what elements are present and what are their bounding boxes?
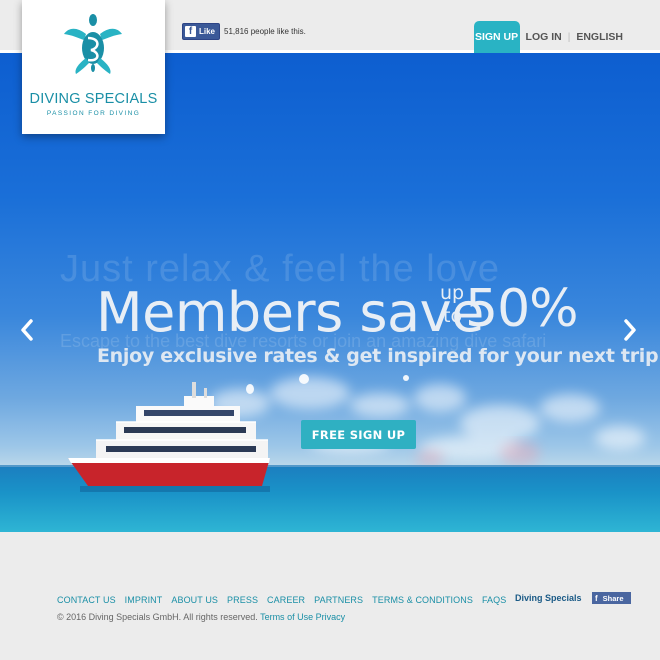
- facebook-icon: f: [185, 26, 196, 37]
- privacy-link[interactable]: Privacy: [316, 612, 346, 622]
- slider-next-button[interactable]: [622, 315, 638, 345]
- footer-link-contact[interactable]: CONTACT US: [57, 595, 116, 605]
- terms-of-use-link[interactable]: Terms of Use: [260, 612, 313, 622]
- chevron-left-icon: [21, 319, 33, 341]
- facebook-like-label: Like: [199, 27, 216, 36]
- footer-link-terms[interactable]: TERMS & CONDITIONS: [372, 595, 473, 605]
- footer-links: CONTACT US IMPRINT ABOUT US PRESS CAREER…: [57, 595, 515, 605]
- facebook-share-button[interactable]: f Share: [592, 592, 631, 604]
- slider-prev-button[interactable]: [19, 315, 35, 345]
- hero-up-to: up to: [440, 282, 464, 328]
- brand-tagline: PASSION FOR DIVING: [46, 110, 141, 117]
- brand-name: DIVING SPECIALS: [29, 91, 158, 107]
- top-nav: SIGN UP LOG IN | ENGLISH: [473, 21, 660, 53]
- hero-subline: Enjoy exclusive rates & get inspired for…: [97, 345, 659, 367]
- copyright: © 2016 Diving Specials GmbH. All rights …: [57, 612, 345, 622]
- copyright-text: © 2016 Diving Specials GmbH. All rights …: [57, 612, 258, 622]
- hero-to: to: [443, 305, 463, 327]
- boat-illustration: [68, 382, 270, 492]
- login-link[interactable]: LOG IN: [526, 21, 562, 53]
- hero-percent: 50%: [465, 279, 579, 339]
- footer-link-faqs[interactable]: FAQS: [482, 595, 506, 605]
- signup-button[interactable]: SIGN UP: [473, 21, 520, 53]
- facebook-share-label: Share: [602, 593, 624, 603]
- footer-link-career[interactable]: CAREER: [267, 595, 305, 605]
- facebook-like-widget: f Like 51,816 people like this.: [182, 23, 306, 40]
- footer-brand-link[interactable]: Diving Specials: [515, 593, 582, 603]
- language-selector[interactable]: ENGLISH: [576, 21, 623, 53]
- nav-separator: |: [567, 31, 571, 43]
- footer-link-about[interactable]: ABOUT US: [171, 595, 218, 605]
- turtle-icon: [64, 14, 122, 74]
- footer-link-partners[interactable]: PARTNERS: [314, 595, 363, 605]
- facebook-like-button[interactable]: f Like: [182, 23, 221, 40]
- free-signup-button[interactable]: FREE SIGN UP: [301, 420, 416, 449]
- facebook-icon: f: [595, 593, 598, 603]
- chevron-right-icon: [624, 319, 636, 341]
- hero-headline: Members save: [96, 281, 484, 344]
- footer-link-press[interactable]: PRESS: [227, 595, 258, 605]
- footer-link-imprint[interactable]: IMPRINT: [125, 595, 163, 605]
- hero-up: up: [440, 282, 465, 304]
- logo[interactable]: DIVING SPECIALS PASSION FOR DIVING: [22, 0, 165, 134]
- facebook-like-count: 51,816 people like this.: [224, 27, 306, 36]
